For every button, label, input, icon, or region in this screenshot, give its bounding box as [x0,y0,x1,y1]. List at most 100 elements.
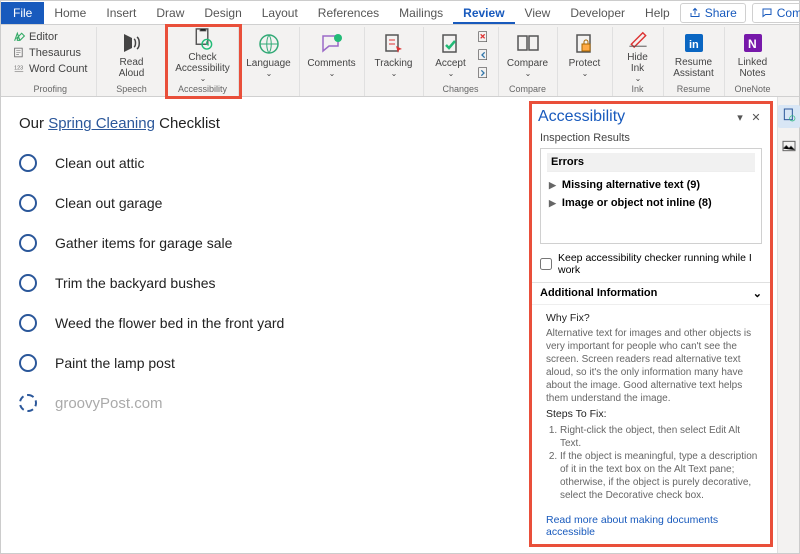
menu-tabs: File Home Insert Draw Design Layout Refe… [1,1,799,25]
checkbox-ring[interactable] [19,314,37,332]
group-ink: Hide Ink⌄ Ink [613,27,664,96]
group-accessibility: Check Accessibility⌄ Accessibility [168,27,239,96]
list-item: groovyPost.com [19,394,505,412]
checkbox-ring[interactable] [19,234,37,252]
tab-layout[interactable]: Layout [252,2,308,24]
error-item[interactable]: ▶Image or object not inline (8) [547,194,755,212]
group-tracking: Tracking⌄ Tracking [365,27,424,96]
tab-insert[interactable]: Insert [96,2,146,24]
tab-references[interactable]: References [308,2,389,24]
group-compare: Compare⌄ Compare [499,27,558,96]
resume-assistant-button[interactable]: in Resume Assistant [670,27,718,83]
hide-ink-button[interactable]: Hide Ink⌄ [619,27,657,83]
errors-heading: Errors [547,153,755,172]
list-item: Clean out attic [19,154,505,172]
tab-draw[interactable]: Draw [146,2,194,24]
wordcount-button[interactable]: 123Word Count [11,61,90,76]
error-item[interactable]: ▶Missing alternative text (9) [547,176,755,194]
rail-accessibility-icon[interactable] [778,105,800,128]
list-item: Clean out garage [19,194,505,212]
errors-list: Errors ▶Missing alternative text (9) ▶Im… [540,148,762,244]
ribbon-comments-button[interactable]: Comments⌄ [306,27,358,83]
tab-view[interactable]: View [515,2,561,24]
svg-text:123: 123 [14,66,23,72]
linkedin-icon: in [682,31,706,55]
rail-alt-text-icon[interactable] [781,138,797,157]
ink-icon [626,27,650,50]
group-label-proofing: Proofing [33,84,67,96]
prev-change-icon[interactable] [476,47,492,63]
group-onenote: N Linked Notes OneNote [725,27,781,96]
additional-info-header[interactable]: Additional Information⌄ [532,282,770,305]
group-protect: Protect⌄ Protect [558,27,613,96]
read-more-link[interactable]: Read more about making documents accessi… [546,514,760,538]
keep-running-input[interactable] [540,258,552,270]
tab-home[interactable]: Home [44,2,96,24]
group-label-onenote: OneNote [734,84,770,96]
comments-icon [320,32,344,56]
tab-design[interactable]: Design [194,2,251,24]
share-button[interactable]: Share [680,3,746,23]
main-area: Our Spring Cleaning Checklist Clean out … [1,97,799,553]
tab-review[interactable]: Review [453,2,514,24]
right-rail [777,97,799,553]
tab-developer[interactable]: Developer [560,2,635,24]
tab-mailings[interactable]: Mailings [389,2,453,24]
ribbon: Editor Thesaurus 123Word Count Proofing … [1,25,799,97]
group-label-accessibility: Accessibility [178,84,227,96]
check-accessibility-button[interactable]: Check Accessibility⌄ [174,27,232,83]
list-item: Weed the flower bed in the front yard [19,314,505,332]
svg-text:N: N [748,37,757,51]
tracking-button[interactable]: Tracking⌄ [371,27,417,83]
read-aloud-button[interactable]: Read Aloud [103,27,161,83]
checkbox-ring[interactable] [19,154,37,172]
group-label-speech: Speech [116,84,147,96]
panel-close-button[interactable]: ✕ [748,111,764,124]
checkbox-ring[interactable] [19,274,37,292]
editor-button[interactable]: Editor [11,29,90,44]
group-changes: Accept⌄ Changes [424,27,499,96]
group-comments: Comments⌄ Comments [300,27,365,96]
reject-icon[interactable] [476,29,492,45]
panel-options-button[interactable]: ▾ [732,111,748,124]
linked-notes-button[interactable]: N Linked Notes [731,27,775,83]
compare-button[interactable]: Compare⌄ [505,27,551,83]
comments-button[interactable]: Comments [752,3,800,23]
checkbox-ring[interactable] [19,394,37,412]
additional-info-body: Why Fix? Alternative text for images and… [532,305,770,508]
group-proofing: Editor Thesaurus 123Word Count Proofing [5,27,97,96]
panel-title: Accessibility [538,108,732,126]
checkbox-ring[interactable] [19,194,37,212]
group-speech: Read Aloud Speech [97,27,168,96]
tracking-icon [382,32,406,56]
onenote-icon: N [741,31,765,55]
share-icon [689,7,701,19]
language-button[interactable]: Language⌄ [245,27,293,83]
accept-button[interactable]: Accept⌄ [430,27,472,83]
group-resume: in Resume Assistant Resume [664,27,725,96]
doc-title: Our Spring Cleaning Checklist [19,115,505,132]
group-label-resume: Resume [677,84,711,96]
next-change-icon[interactable] [476,65,492,81]
checkbox-ring[interactable] [19,354,37,372]
document-body[interactable]: Our Spring Cleaning Checklist Clean out … [1,97,529,553]
protect-button[interactable]: Protect⌄ [564,27,606,83]
list-item: Paint the lamp post [19,354,505,372]
group-label-compare: Compare [509,84,546,96]
language-icon [257,32,281,56]
tab-help[interactable]: Help [635,2,680,24]
read-aloud-icon [120,31,144,55]
group-label-changes: Changes [442,84,478,96]
svg-text:in: in [689,39,699,51]
panel-subtitle: Inspection Results [532,130,770,146]
thesaurus-button[interactable]: Thesaurus [11,45,90,60]
list-item: Trim the backyard bushes [19,274,505,292]
keep-running-checkbox[interactable]: Keep accessibility checker running while… [532,250,770,282]
tab-file[interactable]: File [1,2,44,24]
compare-icon [516,32,540,56]
list-item: Gather items for garage sale [19,234,505,252]
comment-icon [761,7,773,19]
accessibility-panel: Accessibility ▾ ✕ Inspection Results Err… [529,101,773,547]
protect-icon [573,32,597,56]
group-label-ink: Ink [631,84,643,96]
